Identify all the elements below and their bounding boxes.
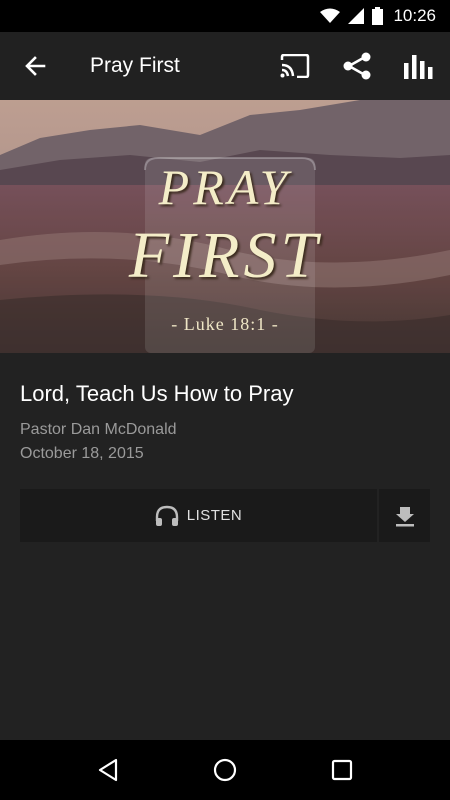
back-button[interactable] bbox=[0, 32, 70, 100]
nav-back-button[interactable] bbox=[78, 740, 138, 800]
status-bar: 10:26 bbox=[0, 0, 450, 32]
sermon-artwork: PRAY FIRST - Luke 18:1 - bbox=[0, 100, 450, 353]
status-time: 10:26 bbox=[393, 6, 436, 25]
download-icon bbox=[395, 506, 414, 526]
nav-recents-button[interactable] bbox=[312, 740, 372, 800]
system-nav-bar bbox=[0, 740, 450, 800]
artwork-title-line1: PRAY bbox=[158, 159, 292, 215]
arrow-back-icon bbox=[25, 56, 46, 76]
wifi-icon bbox=[320, 8, 341, 24]
app-bar: Pray First bbox=[0, 32, 450, 100]
share-icon bbox=[343, 52, 371, 80]
page-title: Pray First bbox=[90, 54, 180, 77]
share-button[interactable] bbox=[326, 32, 388, 100]
cellular-signal-icon bbox=[348, 8, 365, 24]
download-button[interactable] bbox=[379, 489, 430, 542]
triangle-back-icon bbox=[99, 758, 118, 782]
square-recents-icon bbox=[331, 759, 352, 781]
bar-chart-icon bbox=[404, 55, 433, 79]
sermon-date: October 18, 2015 bbox=[20, 445, 144, 462]
sermon-speaker: Pastor Dan McDonald bbox=[20, 421, 177, 438]
listen-label: LISTEN bbox=[186, 507, 243, 524]
stats-button[interactable] bbox=[388, 32, 450, 100]
circle-home-icon bbox=[213, 758, 237, 782]
cast-button[interactable] bbox=[264, 32, 326, 100]
artwork-verse: - Luke 18:1 - bbox=[171, 314, 279, 334]
artwork-title-line2: FIRST bbox=[128, 219, 322, 292]
battery-icon bbox=[372, 7, 384, 25]
listen-button[interactable]: LISTEN bbox=[20, 489, 377, 542]
sermon-title: Lord, Teach Us How to Pray bbox=[20, 381, 294, 406]
headphones-icon bbox=[155, 505, 178, 526]
cast-icon bbox=[280, 54, 310, 78]
nav-home-button[interactable] bbox=[195, 740, 255, 800]
